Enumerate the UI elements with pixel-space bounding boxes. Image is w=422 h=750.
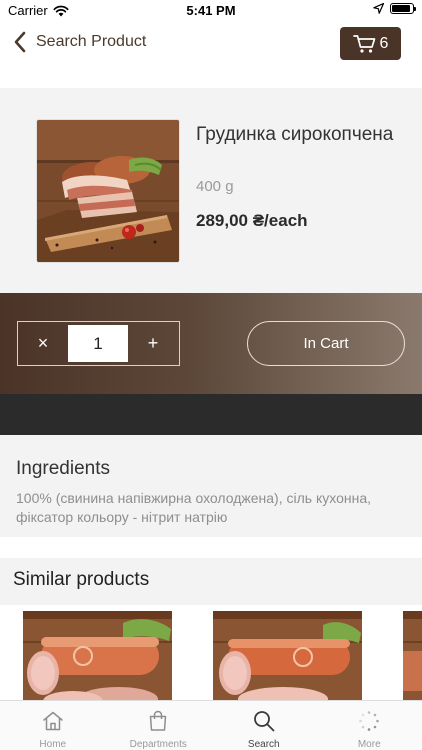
- increment-button[interactable]: +: [128, 322, 178, 365]
- tab-search[interactable]: Search: [211, 701, 317, 750]
- decrement-button[interactable]: ×: [18, 322, 68, 365]
- cart-count: 6: [379, 34, 389, 52]
- back-button-label: Search Product: [36, 33, 147, 50]
- tab-label: More: [357, 739, 381, 750]
- tab-label: Search: [247, 739, 280, 750]
- status-bar: Carrier 5:41 PM: [0, 0, 422, 22]
- home-icon: [43, 711, 63, 731]
- similar-products-list[interactable]: [0, 605, 422, 700]
- chevron-left-icon: [14, 31, 26, 53]
- tab-label: Departments: [129, 739, 187, 750]
- status-time: 5:41 PM: [186, 3, 236, 18]
- purchase-band: × + In Cart: [0, 293, 422, 394]
- quantity-input[interactable]: [68, 325, 128, 362]
- more-icon: [359, 711, 380, 731]
- search-icon: [253, 711, 275, 732]
- cart-icon: [352, 34, 375, 53]
- location-arrow-icon: [373, 3, 384, 14]
- tab-label: Home: [39, 739, 67, 750]
- tab-departments[interactable]: Departments: [106, 701, 212, 750]
- divider-band: [0, 394, 422, 435]
- in-cart-button[interactable]: In Cart: [247, 321, 405, 366]
- similar-product-card[interactable]: [23, 611, 172, 700]
- bag-icon: [150, 710, 167, 731]
- product-weight: 400 g: [196, 178, 234, 195]
- status-right: [373, 3, 416, 14]
- cart-button[interactable]: 6: [340, 27, 401, 60]
- navigation-bar: Search Product 6: [0, 22, 422, 66]
- product-price: 289,00 ₴/each: [196, 211, 308, 230]
- similar-product-card[interactable]: [213, 611, 362, 700]
- similar-product-card[interactable]: [403, 611, 422, 700]
- product-image: [37, 120, 179, 262]
- similar-products-section: Similar products: [0, 558, 422, 700]
- similar-products-title: Similar products: [13, 569, 150, 590]
- tab-more[interactable]: More: [317, 701, 422, 750]
- product-name: Грудинка сирокопчена: [196, 124, 394, 145]
- ingredients-title: Ingredients: [16, 458, 111, 479]
- back-button[interactable]: Search Product: [12, 30, 146, 54]
- tab-home[interactable]: Home: [0, 701, 106, 750]
- ingredients-section: Ingredients 100% (свинина напівжирна охо…: [0, 435, 422, 537]
- battery-level: [392, 5, 410, 12]
- ingredients-text: 100% (свинина напівжирна охолоджена), сі…: [16, 490, 371, 525]
- product-section: Грудинка сирокопчена 400 g 289,00 ₴/each: [0, 88, 422, 293]
- battery-icon: [390, 3, 416, 14]
- tab-bar: Home Departments Search More: [0, 700, 422, 750]
- quantity-stepper: × +: [17, 321, 180, 366]
